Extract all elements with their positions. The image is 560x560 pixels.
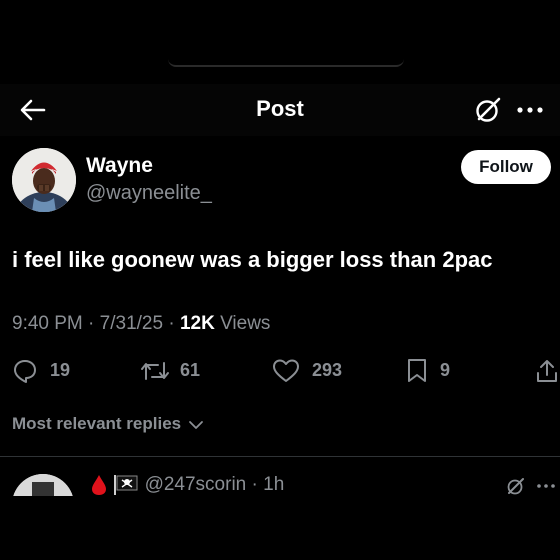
- reply-more-button[interactable]: [536, 476, 556, 496]
- repost-count: 61: [180, 360, 201, 380]
- repost-icon: [141, 362, 169, 380]
- post-text: i feel like goonew was a bigger loss tha…: [12, 247, 493, 272]
- like-count: 293: [312, 360, 343, 380]
- blood-drop-icon: [92, 475, 106, 495]
- device-notch: [168, 59, 404, 67]
- bottom-fade: [0, 496, 560, 560]
- grok-icon: [476, 97, 501, 122]
- views-count[interactable]: 12K: [180, 313, 215, 334]
- reply-grok-button[interactable]: [506, 476, 526, 496]
- top-navigation-bar: Post: [0, 84, 560, 136]
- author-handle[interactable]: @wayneelite_: [86, 182, 212, 205]
- reply-button[interactable]: 19: [12, 353, 82, 389]
- bookmark-button[interactable]: 9: [406, 353, 466, 389]
- post-metadata: 9:40 PM · 7/31/25 · 12K Views: [12, 313, 270, 335]
- post-time[interactable]: 9:40 PM: [12, 313, 83, 334]
- replies-sort-label: Most relevant replies: [12, 414, 182, 433]
- more-horizontal-icon: [537, 484, 555, 488]
- follow-button[interactable]: Follow: [461, 150, 551, 184]
- pirate-flag-icon: [114, 475, 138, 495]
- post-date[interactable]: 7/31/25: [100, 313, 163, 334]
- reply-time[interactable]: 1h: [263, 474, 284, 495]
- share-button[interactable]: [534, 353, 560, 389]
- meta-separator: ·: [88, 313, 100, 334]
- meta-separator: ·: [168, 313, 180, 334]
- reply-icon: [14, 360, 36, 383]
- more-options-button[interactable]: [514, 96, 546, 124]
- chevron-down-icon: [188, 420, 203, 429]
- author-name[interactable]: Wayne: [86, 154, 153, 178]
- post-author: Wayne @wayneelite_ Follow: [12, 148, 552, 218]
- grok-icon: [507, 478, 524, 495]
- like-button[interactable]: 293: [272, 353, 352, 389]
- avatar-image: [12, 148, 76, 212]
- reply-separator: ·: [251, 474, 264, 496]
- post-actions-bar: 19 61 293 9: [0, 353, 560, 389]
- user-avatar[interactable]: [12, 148, 76, 212]
- grok-button[interactable]: [474, 96, 502, 124]
- repost-button[interactable]: 61: [140, 353, 210, 389]
- bookmark-count: 9: [440, 360, 451, 380]
- reply-count: 19: [50, 360, 71, 380]
- bookmark-icon: [408, 359, 426, 382]
- share-icon: [537, 360, 557, 382]
- section-divider: [0, 456, 560, 457]
- views-label: Views: [220, 313, 271, 334]
- reply-header: @247scorin · 1h: [90, 474, 284, 496]
- reply-handle[interactable]: @247scorin: [145, 474, 247, 495]
- post-detail-screen: Post Wayne @wayneelite_ Follow i feel li…: [0, 0, 560, 560]
- heart-icon: [273, 359, 299, 382]
- replies-sort-dropdown[interactable]: Most relevant replies: [12, 414, 204, 434]
- more-horizontal-icon: [517, 107, 543, 113]
